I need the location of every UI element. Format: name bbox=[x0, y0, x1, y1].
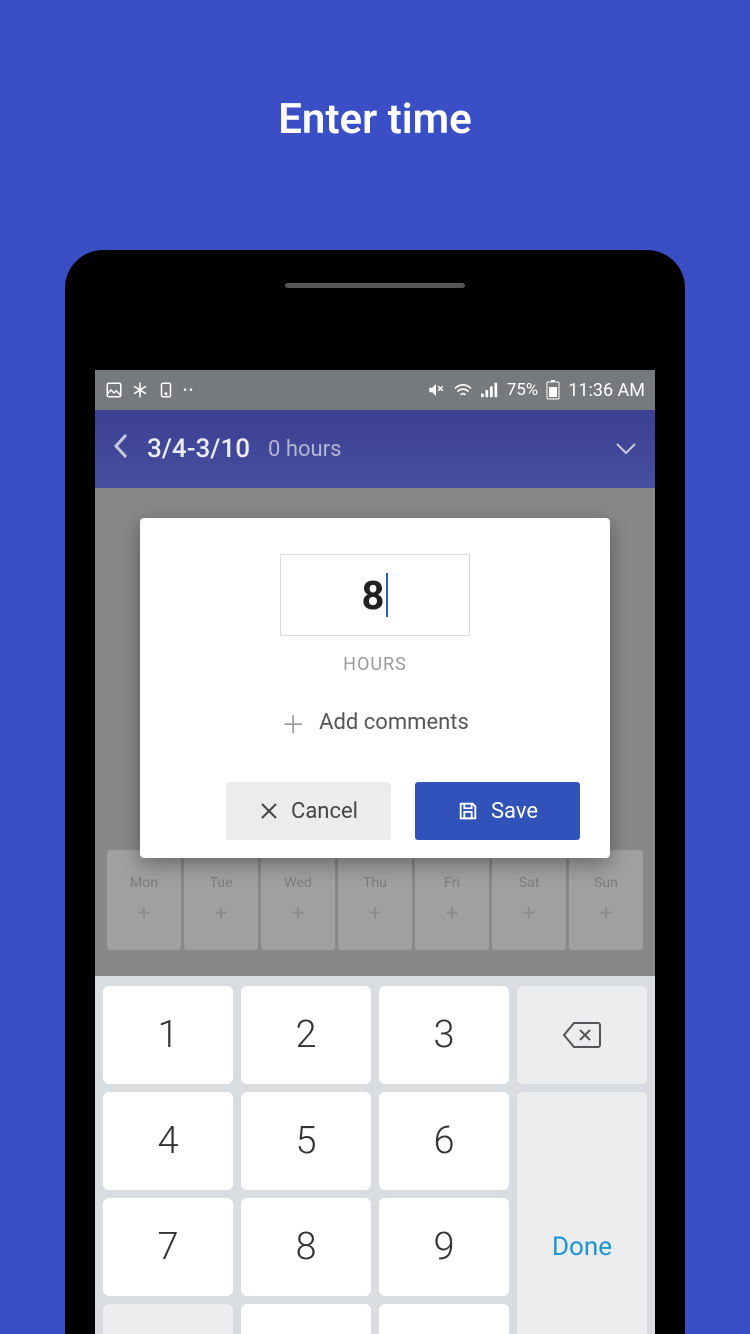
key-7[interactable]: 7 bbox=[103, 1198, 233, 1296]
image-icon bbox=[105, 381, 123, 399]
time-entry-dialog: 8 HOURS ＋ Add comments Cancel Save bbox=[140, 518, 610, 858]
status-time: 11:36 AM bbox=[568, 380, 645, 401]
status-bar: •• 75% 11:36 AM bbox=[95, 370, 655, 410]
add-comments-button[interactable]: ＋ Add comments bbox=[170, 705, 580, 740]
key-4[interactable]: 4 bbox=[103, 1092, 233, 1190]
save-icon bbox=[457, 800, 479, 822]
signal-icon bbox=[481, 382, 499, 398]
save-button[interactable]: Save bbox=[415, 782, 580, 840]
backspace-icon bbox=[562, 1021, 602, 1049]
key-0[interactable]: 0 bbox=[241, 1304, 371, 1334]
input-cursor bbox=[386, 573, 388, 617]
cancel-button[interactable]: Cancel bbox=[226, 782, 391, 840]
mute-icon bbox=[427, 381, 445, 399]
battery-percent: 75% bbox=[507, 380, 539, 400]
app-header: 3/4-3/10 0 hours bbox=[95, 410, 655, 488]
more-icon: •• bbox=[183, 383, 195, 397]
key-dot[interactable]: . bbox=[379, 1304, 509, 1334]
key-5[interactable]: 5 bbox=[241, 1092, 371, 1190]
hours-summary: 0 hours bbox=[268, 437, 341, 462]
key-done[interactable]: Done bbox=[517, 1092, 647, 1334]
date-range[interactable]: 3/4-3/10 bbox=[147, 434, 250, 464]
cancel-label: Cancel bbox=[291, 799, 358, 824]
phone-frame: •• 75% 11:36 AM bbox=[65, 250, 685, 1334]
device-icon bbox=[157, 381, 175, 399]
key-backspace[interactable] bbox=[517, 986, 647, 1084]
phone-screen: •• 75% 11:36 AM bbox=[95, 370, 655, 1334]
key-blank bbox=[103, 1304, 233, 1334]
snowflake-icon bbox=[131, 381, 149, 399]
key-8[interactable]: 8 bbox=[241, 1198, 371, 1296]
numeric-keypad: 1 2 3 4 5 6 Done 7 8 9 0 . bbox=[95, 976, 655, 1334]
chevron-down-icon[interactable] bbox=[615, 437, 637, 462]
phone-speaker bbox=[285, 283, 465, 288]
hours-input[interactable]: 8 bbox=[280, 554, 470, 636]
key-9[interactable]: 9 bbox=[379, 1198, 509, 1296]
key-2[interactable]: 2 bbox=[241, 986, 371, 1084]
back-button[interactable] bbox=[113, 433, 129, 466]
close-icon bbox=[259, 801, 279, 821]
add-comments-label: Add comments bbox=[319, 710, 469, 735]
plus-icon: ＋ bbox=[281, 705, 305, 740]
key-1[interactable]: 1 bbox=[103, 986, 233, 1084]
hours-label: HOURS bbox=[170, 654, 580, 675]
hours-value: 8 bbox=[362, 572, 385, 619]
promo-title: Enter time bbox=[0, 0, 750, 144]
key-6[interactable]: 6 bbox=[379, 1092, 509, 1190]
battery-icon bbox=[546, 380, 560, 400]
wifi-icon bbox=[453, 382, 473, 398]
save-label: Save bbox=[491, 799, 538, 824]
key-3[interactable]: 3 bbox=[379, 986, 509, 1084]
